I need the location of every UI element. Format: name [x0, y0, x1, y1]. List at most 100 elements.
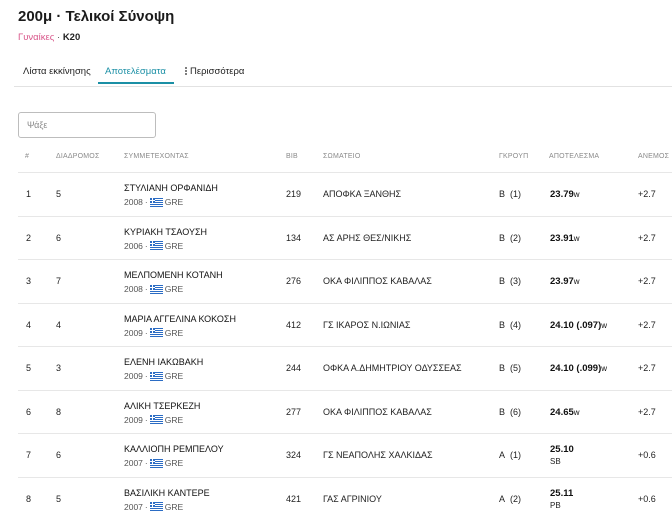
athlete-name[interactable]: ΕΛΕΝΗ ΙΑΚΩΒΑΚΗ — [124, 357, 203, 367]
category-link[interactable]: Γυναίκες — [18, 32, 54, 43]
athlete-name[interactable]: ΚΥΡΙΑΚΗ ΤΣΑΟΥΣΗ — [124, 227, 207, 237]
lane-cell: 5 — [56, 493, 62, 504]
table-row[interactable]: 1 5 ΣΤΥΛΙΑΝΗ ΟΡΦΑΝΙΔΗ 2008 · GRE 219 ΑΠΟ… — [18, 172, 672, 216]
meta-separator: · — [144, 414, 148, 425]
wind-assisted-flag: w — [573, 407, 580, 417]
country-code: GRE — [164, 501, 184, 512]
athlete-name[interactable]: ΜΑΡΙΑ ΑΓΓΕΛΙΝΑ ΚΟΚΟΣΗ — [124, 314, 236, 324]
result-mark: 25.10 — [550, 444, 574, 455]
athlete-name[interactable]: ΚΑΛΛΙΟΠΗ ΡΕΜΠΕΛΟΥ — [124, 444, 224, 454]
group-position: (5) — [510, 363, 522, 373]
rank-cell: 5 — [26, 363, 32, 373]
club-cell: ΓΑΣ ΑΓΡΙΝΙΟΥ — [323, 493, 382, 504]
group-letter: B — [499, 276, 506, 286]
country-code: GRE — [164, 284, 184, 294]
col-header-lane: ΔΙΑΔΡΟΜΟΣ — [56, 153, 100, 160]
lane-cell: 5 — [56, 189, 62, 199]
page-title: 200μ · Τελικοί Σύνοψη — [18, 8, 175, 25]
athlete-meta: 2009 · GRE — [124, 415, 183, 425]
lane-cell: 3 — [56, 363, 62, 373]
bib-cell: 277 — [286, 406, 302, 417]
club-cell: ΓΣ ΙΚΑΡΟΣ Ν.ΙΩΝΙΑΣ — [323, 319, 411, 330]
rank-cell: 7 — [26, 450, 32, 460]
result-cell: 23.91w — [550, 233, 580, 244]
group-cell: B (6) — [499, 407, 521, 417]
result-cell: 23.79w — [550, 189, 580, 200]
record-badge: SB — [550, 457, 561, 466]
tab-start-list[interactable]: Λίστα εκκίνησης — [23, 66, 91, 77]
bib-cell: 244 — [286, 363, 302, 373]
country-code: GRE — [164, 327, 184, 338]
athlete-name[interactable]: ΣΤΥΛΙΑΝΗ ΟΡΦΑΝΙΔΗ — [124, 183, 218, 193]
greece-flag-icon — [149, 458, 163, 468]
wind-cell: +2.7 — [638, 189, 656, 199]
country-code: GRE — [164, 197, 184, 207]
table-row[interactable]: 8 5 ΒΑΣΙΛΙΚΗ ΚΑΝΤΕΡΕ 2007 · GRE 421 ΓΑΣ … — [18, 476, 672, 521]
bib-cell: 412 — [286, 319, 302, 330]
wind-cell: +2.7 — [638, 319, 656, 330]
tab-results[interactable]: Αποτελέσματα — [105, 66, 166, 77]
table-row[interactable]: 7 6 ΚΑΛΛΙΟΠΗ ΡΕΜΠΕΛΟΥ 2007 · GRE 324 ΓΣ … — [18, 433, 672, 477]
result-mark: 24.65 — [550, 406, 574, 418]
rank-cell: 6 — [26, 406, 32, 417]
col-header-bib: BIB — [286, 153, 298, 160]
group-cell: B (4) — [499, 320, 521, 330]
group-letter: B — [499, 189, 506, 199]
country-code: GRE — [164, 240, 184, 251]
search-input[interactable] — [18, 112, 156, 138]
table-row[interactable]: 3 7 ΜΕΛΠΟΜΕΝΗ ΚΟΤΑΝΗ 2008 · GRE 276 ΟΚΑ … — [18, 259, 672, 303]
result-cell: 24.65w — [550, 407, 580, 418]
bib-cell: 324 — [286, 450, 302, 460]
athlete-name[interactable]: ΒΑΣΙΛΙΚΗ ΚΑΝΤΕΡΕ — [124, 488, 210, 498]
group-letter: A — [499, 493, 506, 504]
wind-assisted-flag: w — [573, 277, 580, 286]
group-cell: B (1) — [499, 189, 521, 199]
group-position: (1) — [510, 450, 522, 460]
group-position: (2) — [510, 232, 522, 243]
athlete-meta: 2008 · GRE — [124, 197, 183, 207]
result-mark: 24.10 (.099) — [550, 363, 602, 374]
result-mark: 23.91 — [550, 232, 574, 244]
age-group: Κ20 — [62, 32, 81, 43]
wind-cell: +0.6 — [638, 450, 656, 460]
table-row[interactable]: 5 3 ΕΛΕΝΗ ΙΑΚΩΒΑΚΗ 2009 · GRE 244 ΟΦΚΑ Α… — [18, 346, 672, 390]
athlete-meta: 2007 · GRE — [124, 458, 183, 468]
athlete-name[interactable]: ΑΛΙΚΗ ΤΣΕΡΚΕΖΗ — [124, 401, 200, 411]
country-code: GRE — [164, 371, 184, 381]
col-header-result: ΑΠΟΤΕΛΕΣΜΑ — [549, 153, 600, 160]
wind-assisted-flag: w — [573, 233, 580, 243]
group-position: (2) — [510, 493, 522, 504]
birth-year: 2007 — [124, 501, 143, 512]
birth-year: 2009 — [124, 414, 143, 425]
athlete-name[interactable]: ΜΕΛΠΟΜΕΝΗ ΚΟΤΑΝΗ — [124, 270, 223, 280]
col-header-group: ΓΚΡΟΥΠ — [499, 153, 529, 160]
group-position: (1) — [510, 189, 522, 199]
wind-cell: +2.7 — [638, 363, 656, 373]
group-letter: A — [499, 450, 506, 460]
meta-separator: · — [144, 501, 148, 512]
group-letter: B — [499, 363, 506, 373]
meta-separator: · — [144, 284, 148, 294]
tab-more[interactable]: Περισσότερα — [185, 66, 244, 77]
group-letter: B — [499, 319, 506, 330]
group-letter: B — [499, 232, 506, 243]
group-position: (6) — [510, 406, 522, 417]
country-code: GRE — [164, 458, 184, 468]
result-cell: 23.97w — [550, 276, 580, 287]
greece-flag-icon — [149, 415, 163, 424]
tab-more-label: Περισσότερα — [190, 66, 245, 77]
group-cell: B (2) — [499, 233, 521, 243]
meta-separator: · — [144, 371, 148, 381]
wind-cell: +0.6 — [638, 493, 656, 504]
result-mark: 24.10 (.097) — [550, 319, 602, 331]
table-row[interactable]: 2 6 ΚΥΡΙΑΚΗ ΤΣΑΟΥΣΗ 2006 · GRE 134 ΑΣ ΑΡ… — [18, 215, 672, 260]
table-row[interactable]: 6 8 ΑΛΙΚΗ ΤΣΕΡΚΕΖΗ 2009 · GRE 277 ΟΚΑ ΦΙ… — [18, 389, 672, 434]
group-letter: B — [499, 406, 506, 417]
club-cell: ΟΚΑ ΦΙΛΙΠΠΟΣ ΚΑΒΑΛΑΣ — [323, 276, 432, 286]
meta-separator: · — [144, 240, 148, 251]
rank-cell: 1 — [26, 189, 32, 199]
wind-cell: +2.7 — [638, 232, 656, 243]
birth-year: 2007 — [124, 458, 143, 468]
table-row[interactable]: 4 4 ΜΑΡΙΑ ΑΓΓΕΛΙΝΑ ΚΟΚΟΣΗ 2009 · GRE 412… — [18, 302, 672, 347]
result-mark: 25.11 — [550, 487, 574, 499]
